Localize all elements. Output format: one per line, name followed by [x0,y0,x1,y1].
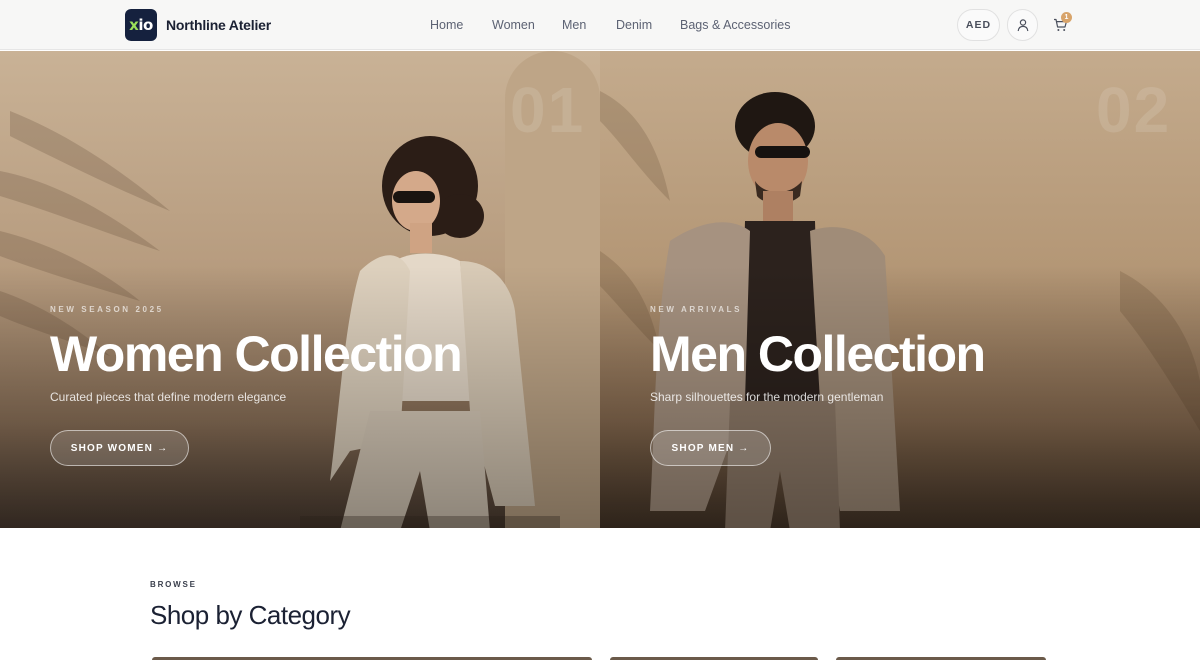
hero-men-subtitle: Sharp silhouettes for the modern gentlem… [650,390,884,404]
section-eyebrow: BROWSE [150,580,197,589]
nav-home[interactable]: Home [430,18,463,32]
currency-selector[interactable]: AED [957,9,1000,41]
logo-text: xio [129,16,153,34]
nav-bags-accessories[interactable]: Bags & Accessories [680,18,790,32]
nav-denim[interactable]: Denim [616,18,652,32]
account-button[interactable] [1007,9,1038,41]
section-title: Shop by Category [150,600,351,630]
brand-name[interactable]: Northline Atelier [166,17,271,33]
shop-men-button[interactable]: SHOP MEN → [650,430,771,466]
hero-men-panel[interactable]: 02 NEW ARRIVALS Men Collection Sharp sil… [600,51,1200,528]
hero-women-panel[interactable]: 01 NEW SEASON 2025 Women Collection Cura… [0,51,600,528]
hero-women-subtitle: Curated pieces that define modern elegan… [50,390,287,404]
hero-men-eyebrow: NEW ARRIVALS [650,305,743,314]
hero-women-eyebrow: NEW SEASON 2025 [50,305,164,314]
cart-count-badge: 1 [1061,12,1072,23]
nav-women[interactable]: Women [492,18,535,32]
hero-women-title: Women Collection [50,326,463,382]
hero-men-title: Men Collection [650,326,986,382]
brand-logo[interactable]: xio [125,9,157,41]
user-icon [1017,19,1028,32]
site-header: xio Northline Atelier Home Women Men Den… [0,0,1200,50]
shop-women-button[interactable]: SHOP WOMEN → [50,430,189,466]
nav-men[interactable]: Men [562,18,586,32]
